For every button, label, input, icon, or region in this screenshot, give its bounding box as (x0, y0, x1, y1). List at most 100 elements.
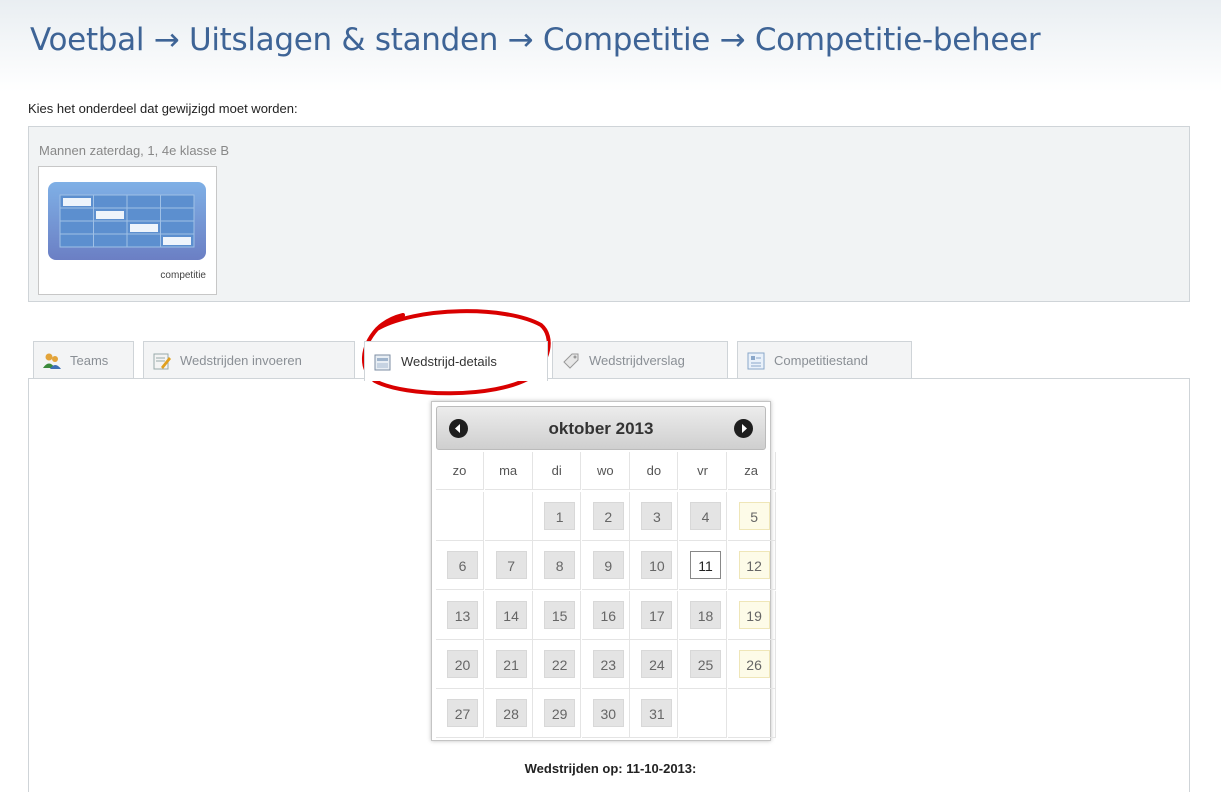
calendar-day[interactable]: 14 (495, 600, 527, 629)
module-group: Mannen zaterdag, 1, 4e klasse B competit… (28, 126, 1190, 302)
calendar-day[interactable]: 31 (641, 699, 673, 728)
tab-wedstrijden-invoeren[interactable]: Wedstrijden invoeren (143, 341, 355, 379)
tab-label: Wedstrijden invoeren (180, 353, 302, 368)
calendar-day[interactable]: 21 (495, 649, 527, 678)
tab-wedstrijdverslag[interactable]: Wedstrijdverslag (552, 341, 728, 379)
weekday-header: di (533, 452, 582, 490)
standings-icon (747, 352, 765, 369)
calendar-day[interactable]: 9 (592, 551, 624, 580)
calendar-day[interactable]: 15 (544, 600, 576, 629)
calendar-cell: 9 (581, 541, 630, 591)
weekday-header: ma (484, 452, 533, 490)
calendar-month-title: oktober 2013 (548, 419, 654, 438)
calendar-day[interactable]: 13 (447, 600, 478, 629)
calendar-cell: 24 (630, 639, 679, 689)
calendar-cell (727, 689, 776, 739)
calendar-day[interactable]: 23 (592, 649, 624, 678)
tab-label: Teams (70, 353, 109, 368)
calendar-day[interactable]: 16 (592, 600, 624, 629)
calendar-day[interactable]: 8 (544, 551, 576, 580)
tag-icon (563, 353, 579, 369)
calendar-day[interactable]: 24 (641, 649, 673, 678)
matches-on-date-label: Wedstrijden op: 11-10-2013: (524, 761, 697, 776)
calendar-day[interactable]: 18 (690, 600, 721, 629)
calendar-header: oktober 2013 (436, 406, 766, 450)
teams-icon (43, 353, 61, 369)
tab-label: Wedstrijdverslag (589, 353, 685, 368)
weekday-header: do (630, 452, 679, 490)
calendar-day[interactable]: 30 (592, 699, 624, 728)
calendar-cell: 21 (484, 639, 533, 689)
calendar-day[interactable]: 29 (544, 699, 576, 728)
calendar-cell: 19 (727, 590, 776, 640)
instruction-text: Kies het onderdeel dat gewijzigd moet wo… (28, 101, 298, 116)
calendar-cell: 7 (484, 541, 533, 591)
tab-label: Competitiestand (774, 353, 868, 368)
date-picker: oktober 2013 zo ma di wo do vr za 1 2 3 4 5 6 7 8 9 10 11… (431, 401, 776, 741)
calendar-day[interactable]: 1 (544, 502, 576, 530)
calendar-cell (679, 689, 727, 739)
calendar-cell: 14 (484, 590, 533, 640)
calendar-cell: 20 (436, 639, 484, 689)
calendar-day[interactable]: 25 (690, 649, 721, 678)
calendar-day[interactable]: 4 (690, 502, 721, 530)
chevron-left-icon (455, 424, 460, 433)
calendar-cell (484, 492, 533, 541)
calendar-cell: 16 (581, 590, 630, 640)
calendar-cell: 2 (581, 492, 630, 541)
tab-teams[interactable]: Teams (33, 341, 134, 379)
calendar-cell: 26 (727, 639, 776, 689)
chevron-right-icon (742, 424, 747, 433)
calendar-cell: 27 (436, 689, 484, 739)
calendar-day[interactable]: 26 (738, 649, 770, 678)
weekday-header: wo (581, 452, 630, 490)
calendar-day[interactable]: 17 (641, 600, 673, 629)
next-month-button[interactable] (734, 419, 753, 438)
calendar-day[interactable]: 2 (592, 502, 624, 530)
weekday-header: vr (679, 452, 727, 490)
calendar-cell (436, 492, 484, 541)
calendar-day[interactable]: 6 (447, 551, 478, 580)
tab-wedstrijd-details[interactable]: Wedstrijd-details (364, 341, 548, 381)
calendar-cell: 13 (436, 590, 484, 640)
calendar-day[interactable]: 11 (690, 551, 721, 580)
calendar-day[interactable]: 27 (447, 699, 478, 728)
calendar-cell: 25 (679, 639, 727, 689)
calendar-day[interactable]: 10 (641, 551, 673, 580)
calendar-cell: 30 (581, 689, 630, 739)
calendar-cell: 29 (533, 689, 582, 739)
tab-competitiestand[interactable]: Competitiestand (737, 341, 912, 379)
calendar-cell: 1 (533, 492, 582, 541)
calendar-cell: 15 (533, 590, 582, 640)
edit-matches-icon (153, 353, 171, 369)
tab-label: Wedstrijd-details (401, 354, 497, 369)
calendar-day[interactable]: 3 (641, 502, 673, 530)
calendar-cell: 10 (630, 541, 679, 591)
calendar-cell: 6 (436, 541, 484, 591)
calendar-day[interactable]: 19 (738, 600, 770, 629)
title-bar: Voetbal → Uitslagen & standen → Competit… (0, 0, 1221, 92)
calendar-day[interactable]: 28 (495, 699, 527, 728)
weekday-header: za (727, 452, 776, 490)
competitie-module-tile[interactable]: competitie (38, 166, 217, 295)
calendar-cell: 8 (533, 541, 582, 591)
calendar-day[interactable]: 22 (544, 649, 576, 678)
calendar-cell: 4 (679, 492, 727, 541)
calendar-day[interactable]: 5 (738, 502, 770, 530)
competition-table-icon (48, 182, 206, 260)
module-group-label: Mannen zaterdag, 1, 4e klasse B (39, 143, 230, 158)
calendar-cell: 22 (533, 639, 582, 689)
calendar-cell: 18 (679, 590, 727, 640)
weekday-header: zo (436, 452, 484, 490)
calendar-cell: 5 (727, 492, 776, 541)
calendar-day[interactable]: 20 (447, 649, 478, 678)
calendar-day[interactable]: 7 (495, 551, 527, 580)
prev-month-button[interactable] (449, 419, 468, 438)
calendar-cell: 31 (630, 689, 679, 739)
calendar-cell: 3 (630, 492, 679, 541)
tile-caption: competitie (160, 270, 206, 281)
calendar-day[interactable]: 12 (738, 551, 770, 580)
calendar-cell: 23 (581, 639, 630, 689)
page-title: Voetbal → Uitslagen & standen → Competit… (30, 22, 1041, 58)
calendar-cell: 11 (679, 541, 727, 591)
